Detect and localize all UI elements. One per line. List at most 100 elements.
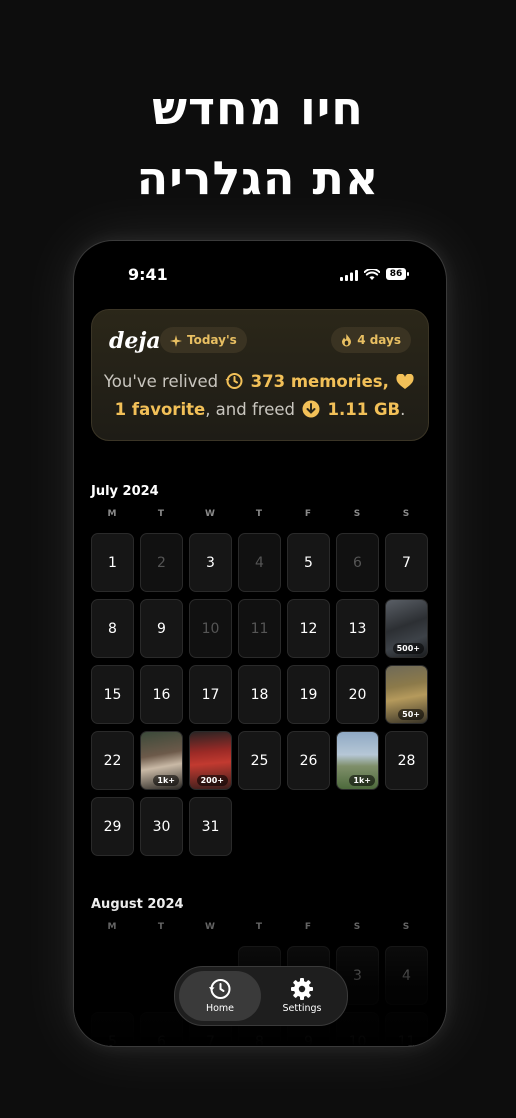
weekday-label: S bbox=[402, 509, 410, 519]
status-bar: 9:41 86 bbox=[74, 263, 446, 287]
favorites-count: 1 favorite bbox=[114, 400, 206, 419]
wifi-icon bbox=[364, 269, 380, 280]
weekday-label: M bbox=[107, 922, 117, 932]
day-cell[interactable]: 25 bbox=[238, 731, 281, 790]
day-cell[interactable]: 18 bbox=[238, 665, 281, 724]
day-cell-photo[interactable]: 1k+ bbox=[140, 731, 183, 790]
day-number: 10 bbox=[348, 1033, 367, 1047]
weekday-label: M bbox=[107, 509, 117, 519]
day-cell[interactable]: 19 bbox=[287, 665, 330, 724]
day-cell[interactable]: 4 bbox=[385, 946, 428, 1005]
memories-count: 373 memories, bbox=[250, 372, 389, 391]
app-logo: deja bbox=[109, 328, 161, 354]
day-number: 29 bbox=[103, 818, 122, 835]
history-icon bbox=[225, 373, 243, 389]
weekday-label: T bbox=[157, 509, 165, 519]
day-number: 7 bbox=[206, 1033, 215, 1047]
day-cell[interactable]: 15 bbox=[91, 665, 134, 724]
day-cell[interactable]: 5 bbox=[91, 1012, 134, 1047]
weekday-label: T bbox=[157, 922, 165, 932]
day-cell[interactable]: 29 bbox=[91, 797, 134, 856]
day-number: 13 bbox=[348, 620, 367, 637]
day-number: 3 bbox=[206, 554, 215, 571]
day-cell-photo[interactable]: 1k+ bbox=[336, 731, 379, 790]
battery-icon: 86 bbox=[386, 268, 409, 280]
stats-summary: You've relived 373 memories, 1 favorite,… bbox=[102, 368, 418, 424]
todays-button[interactable]: Today's bbox=[160, 327, 247, 353]
day-cell[interactable]: 11 bbox=[385, 1012, 428, 1046]
day-number: 18 bbox=[250, 686, 269, 703]
day-number: 1 bbox=[108, 554, 117, 571]
weekday-label: T bbox=[255, 509, 263, 519]
tab-bar: Home Settings bbox=[174, 966, 348, 1026]
day-cell[interactable]: 2 bbox=[140, 533, 183, 592]
day-cell[interactable]: 28 bbox=[385, 731, 428, 790]
tab-home[interactable]: Home bbox=[179, 971, 261, 1021]
day-number: 28 bbox=[397, 752, 416, 769]
photo-count-badge: 500+ bbox=[392, 643, 424, 654]
day-cell[interactable]: 3 bbox=[189, 533, 232, 592]
day-cell-photo[interactable]: 500+ bbox=[385, 599, 428, 658]
day-number: 8 bbox=[108, 620, 117, 637]
day-number: 7 bbox=[402, 554, 411, 571]
day-cell[interactable]: 12 bbox=[287, 599, 330, 658]
day-number: 6 bbox=[353, 554, 362, 571]
day-cell[interactable]: 7 bbox=[385, 533, 428, 592]
day-number: 31 bbox=[201, 818, 220, 835]
day-number: 20 bbox=[348, 686, 367, 703]
sparkle-icon bbox=[170, 334, 182, 347]
stats-card: deja Today's 4 days You've relived 373 m… bbox=[91, 309, 429, 441]
day-cell[interactable]: 11 bbox=[238, 599, 281, 658]
day-cell-photo[interactable]: 200+ bbox=[189, 731, 232, 790]
day-number: 5 bbox=[304, 554, 313, 571]
day-number: 30 bbox=[152, 818, 171, 835]
day-number: 11 bbox=[250, 620, 269, 637]
day-cell[interactable]: 6 bbox=[140, 1012, 183, 1047]
day-number: 5 bbox=[108, 1033, 117, 1047]
day-number: 12 bbox=[299, 620, 318, 637]
day-cell[interactable]: 9 bbox=[140, 599, 183, 658]
day-cell[interactable]: 20 bbox=[336, 665, 379, 724]
promo-headline-line2: את הגלריה bbox=[136, 151, 380, 205]
day-number: 25 bbox=[250, 752, 269, 769]
day-cell[interactable]: 30 bbox=[140, 797, 183, 856]
day-cell[interactable]: 6 bbox=[336, 533, 379, 592]
day-cell[interactable]: 8 bbox=[91, 599, 134, 658]
day-number: 6 bbox=[157, 1033, 166, 1047]
day-cell[interactable]: 26 bbox=[287, 731, 330, 790]
photo-count-badge: 1k+ bbox=[349, 775, 375, 786]
freed-amount: 1.11 GB bbox=[327, 400, 401, 419]
day-cell[interactable]: 17 bbox=[189, 665, 232, 724]
month-title-august: August 2024 bbox=[91, 897, 184, 912]
day-number: 2 bbox=[157, 554, 166, 571]
phone-frame: 9:41 86 deja Today's 4 days You've reliv… bbox=[73, 240, 447, 1047]
day-cell[interactable]: 31 bbox=[189, 797, 232, 856]
tab-settings-label: Settings bbox=[282, 1003, 322, 1014]
day-cell[interactable]: 16 bbox=[140, 665, 183, 724]
tab-home-label: Home bbox=[205, 1003, 235, 1014]
tab-settings[interactable]: Settings bbox=[261, 971, 343, 1021]
day-cell[interactable]: 5 bbox=[287, 533, 330, 592]
promo-headline-line1: חיו מחדש bbox=[152, 81, 364, 135]
day-number: 8 bbox=[255, 1033, 264, 1047]
flame-icon bbox=[342, 334, 352, 347]
weekday-label: W bbox=[205, 922, 215, 932]
todays-label: Today's bbox=[187, 333, 237, 347]
day-cell[interactable]: 13 bbox=[336, 599, 379, 658]
day-cell[interactable]: 10 bbox=[336, 1012, 379, 1047]
streak-badge[interactable]: 4 days bbox=[331, 327, 411, 353]
day-cell[interactable]: 1 bbox=[91, 533, 134, 592]
weekday-label: T bbox=[255, 922, 263, 932]
day-cell-photo[interactable]: 50+ bbox=[385, 665, 428, 724]
summary-prefix: You've relived bbox=[103, 372, 219, 391]
cellular-signal-icon bbox=[340, 270, 358, 281]
weekday-label: F bbox=[304, 509, 312, 519]
weekday-label: W bbox=[205, 509, 215, 519]
day-cell[interactable]: 4 bbox=[238, 533, 281, 592]
day-cell[interactable]: 10 bbox=[189, 599, 232, 658]
day-number: 4 bbox=[255, 554, 264, 571]
day-cell[interactable]: 22 bbox=[91, 731, 134, 790]
streak-label: 4 days bbox=[357, 333, 401, 347]
day-number: 26 bbox=[299, 752, 318, 769]
weekday-label: F bbox=[304, 922, 312, 932]
